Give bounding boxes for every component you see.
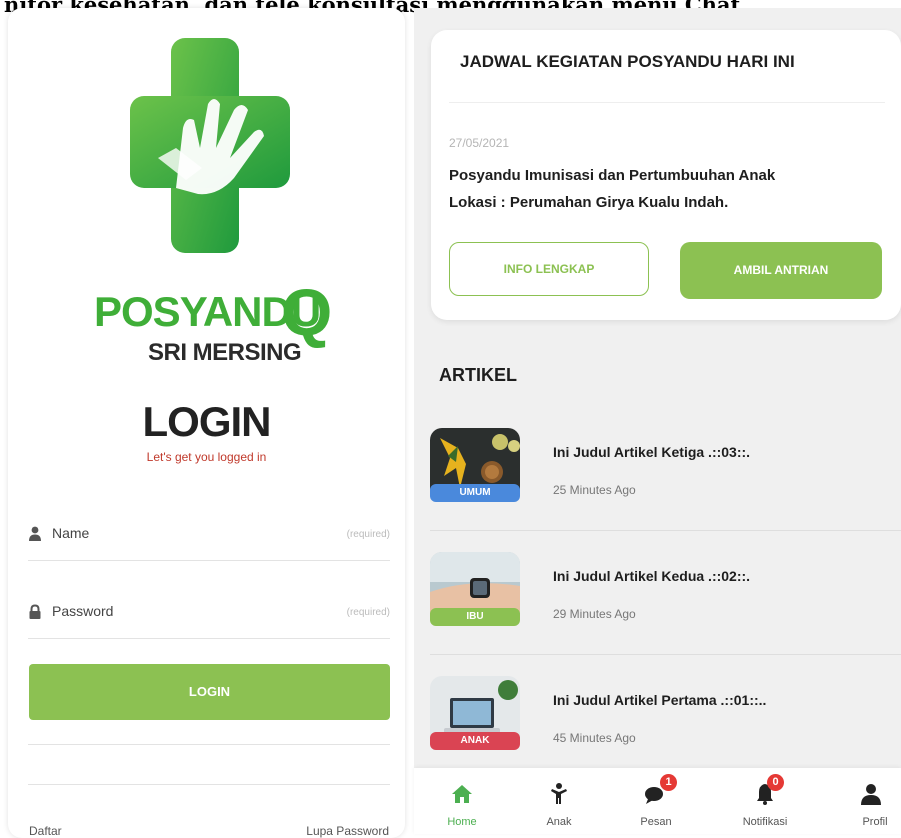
divider — [430, 654, 901, 655]
article-title: Ini Judul Artikel Kedua .::02::. — [553, 568, 751, 584]
brand-subtitle: SRI MERSING — [148, 339, 302, 366]
bottom-navigation: Home Anak 1 Pesan 0 Notifikasi Profil — [414, 768, 901, 834]
article-category-badge: ANAK — [430, 732, 520, 750]
nav-label: Notifikasi — [742, 816, 788, 828]
login-subtitle: Let's get you logged in — [146, 450, 267, 464]
nav-label: Profil — [862, 816, 888, 828]
nav-label: Pesan — [640, 816, 672, 828]
article-title: Ini Judul Artikel Ketiga .::03::. — [553, 444, 751, 460]
login-button[interactable]: LOGIN — [29, 664, 390, 720]
articles-section-title: ARTIKEL — [439, 365, 517, 385]
message-badge: 1 — [660, 774, 677, 791]
notification-badge: 0 — [767, 774, 784, 791]
article-time: 25 Minutes Ago — [553, 483, 636, 497]
schedule-details: Posyandu Imunisasi dan Pertumbuuhan Anak… — [449, 162, 775, 216]
schedule-event: Posyandu Imunisasi dan Pertumbuuhan Anak — [449, 167, 776, 184]
article-time: 45 Minutes Ago — [553, 731, 636, 745]
password-label: Password — [52, 603, 114, 619]
article-item[interactable]: UMUM Ini Judul Artikel Ketiga .::03::. 2… — [430, 428, 901, 538]
name-label: Name — [52, 525, 90, 541]
password-field[interactable]: Password (required) — [28, 598, 390, 639]
login-screen: POSYANDU Q SRI MERSING LOGIN Let's get y… — [8, 8, 405, 838]
user-icon — [29, 526, 41, 541]
divider — [28, 784, 390, 785]
password-required-hint: (required) — [346, 607, 390, 618]
schedule-date: 27/05/2021 — [449, 136, 510, 150]
lock-icon — [29, 604, 41, 619]
user-icon — [861, 784, 881, 805]
nav-label: Anak — [546, 816, 572, 828]
login-title: LOGIN — [142, 398, 272, 445]
name-field[interactable]: Name (required) — [28, 520, 390, 561]
schedule-card: JADWAL KEGIATAN POSYANDU HARI INI 27/05/… — [431, 30, 901, 320]
nav-home[interactable]: Home — [422, 768, 502, 834]
article-category-badge: IBU — [430, 608, 520, 626]
schedule-title: JADWAL KEGIATAN POSYANDU HARI INI — [460, 52, 795, 71]
posyandu-logo-icon — [130, 38, 290, 253]
nav-anak[interactable]: Anak — [519, 768, 599, 834]
nav-pesan[interactable]: 1 Pesan — [616, 768, 696, 834]
child-icon — [551, 783, 567, 804]
nav-profil[interactable]: Profil — [831, 768, 901, 834]
divider — [28, 744, 390, 745]
info-lengkap-button[interactable]: INFO LENGKAP — [449, 242, 649, 296]
home-screen: JADWAL KEGIATAN POSYANDU HARI INI 27/05/… — [414, 8, 901, 834]
nav-label: Home — [447, 816, 477, 828]
forgot-password-link[interactable]: Lupa Password — [306, 824, 389, 838]
divider — [430, 530, 901, 531]
home-icon — [452, 785, 472, 803]
divider — [449, 102, 885, 103]
name-required-hint: (required) — [346, 529, 390, 540]
schedule-location: Lokasi : Perumahan Girya Kualu Indah. — [449, 194, 729, 211]
article-title: Ini Judul Artikel Pertama .::01::.. — [553, 692, 767, 708]
nav-notifikasi[interactable]: 0 Notifikasi — [725, 768, 805, 834]
register-link[interactable]: Daftar — [29, 824, 62, 838]
article-time: 29 Minutes Ago — [553, 607, 636, 621]
article-item[interactable]: IBU Ini Judul Artikel Kedua .::02::. 29 … — [430, 552, 901, 662]
article-category-badge: UMUM — [430, 484, 520, 502]
ambil-antrian-button[interactable]: AMBIL ANTRIAN — [680, 242, 882, 299]
